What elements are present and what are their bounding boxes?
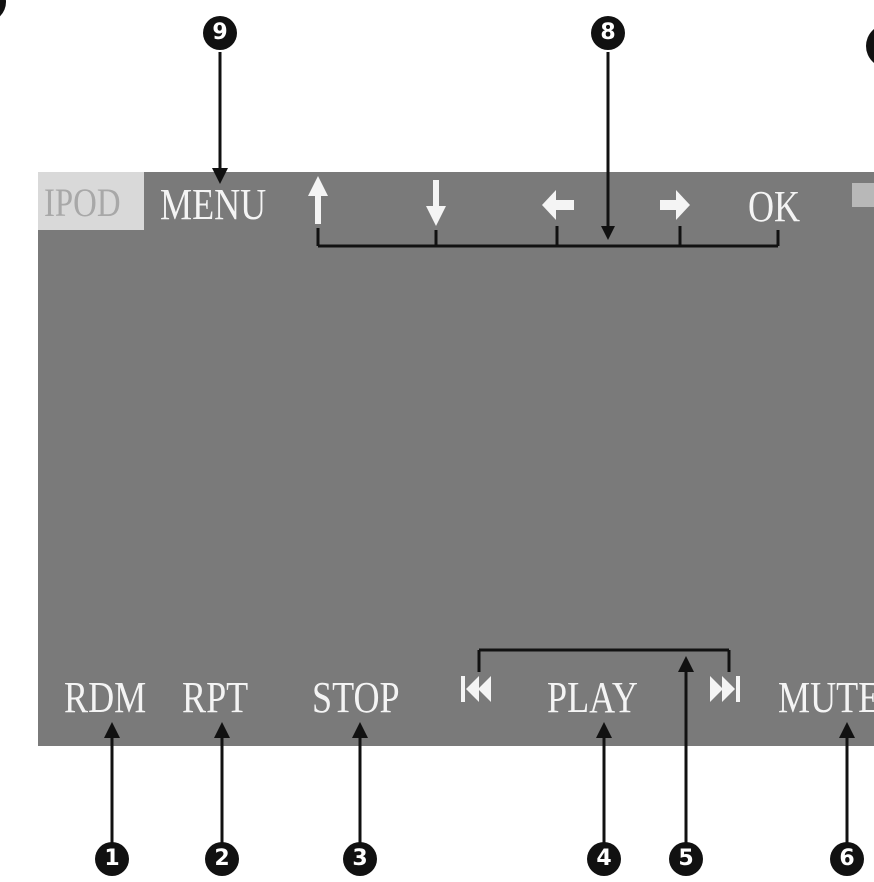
next-track-icon	[710, 676, 740, 702]
callout-2: 2	[205, 842, 239, 876]
arrow-up-icon	[308, 176, 328, 224]
arrow-down-icon	[426, 180, 446, 226]
arrowhead-2	[214, 722, 230, 738]
arrowhead-8	[601, 226, 615, 240]
arrow-right-icon	[660, 190, 690, 220]
partial-callout-top-right	[866, 29, 874, 63]
diagram: IPOD MENU OK RDM RPT STOP PLAY MUTE 9 8 …	[0, 0, 874, 882]
callout-4: 4	[587, 842, 621, 876]
bracket-8	[316, 52, 780, 248]
partial-callout-top-left	[0, 0, 6, 17]
diagram-lines	[0, 0, 874, 846]
arrowhead-6	[839, 722, 855, 738]
arrow-left-icon	[542, 190, 574, 220]
callout-3: 3	[343, 842, 377, 876]
callout-1: 1	[95, 842, 129, 876]
arrowhead-5	[678, 656, 694, 672]
callout-6: 6	[830, 842, 864, 876]
callout-8: 8	[591, 16, 625, 50]
edge-tab-right	[852, 183, 874, 207]
arrowhead-9	[212, 168, 228, 184]
arrowhead-1	[104, 722, 120, 738]
callout-5: 5	[669, 842, 703, 876]
callout-9: 9	[203, 16, 237, 50]
previous-track-icon	[461, 676, 491, 702]
arrowhead-4	[596, 722, 612, 738]
arrowhead-3	[352, 722, 368, 738]
